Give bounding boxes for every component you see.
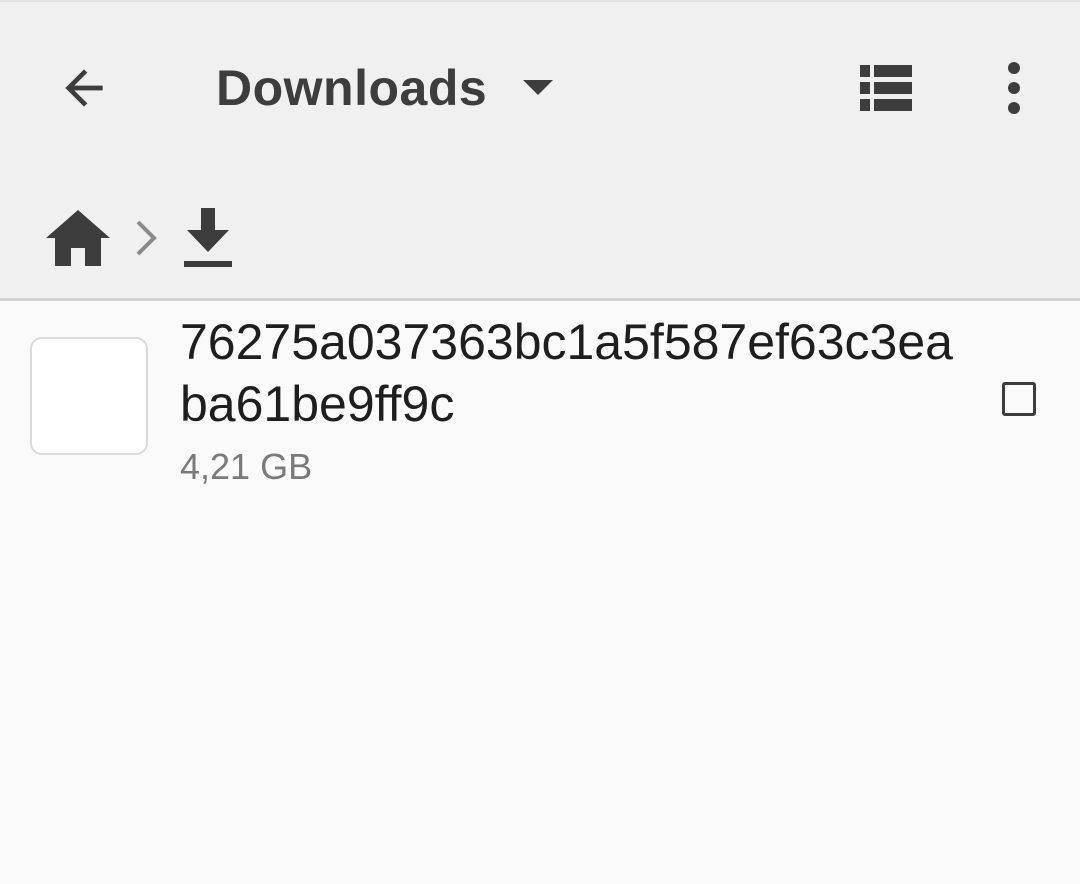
breadcrumb-downloads[interactable] xyxy=(174,200,242,276)
download-icon xyxy=(184,208,232,267)
chevron-right-icon xyxy=(124,200,168,276)
more-vert-icon xyxy=(1008,62,1020,114)
folder-title-dropdown[interactable]: Downloads xyxy=(216,48,555,128)
file-manager-screen: Downloads 76275a037363bc1a5f587ef63c3eab… xyxy=(0,0,1080,884)
more-options-button[interactable] xyxy=(974,48,1054,128)
breadcrumb-home[interactable] xyxy=(40,200,116,276)
list-view-icon xyxy=(860,65,912,111)
breadcrumb xyxy=(40,198,242,278)
file-name: 76275a037363bc1a5f587ef63c3eaba61be9ff9c xyxy=(180,314,953,432)
page-title: Downloads xyxy=(216,60,488,116)
file-size: 4,21 GB xyxy=(180,446,313,487)
select-checkbox[interactable] xyxy=(1002,382,1036,416)
arrow-back-icon xyxy=(65,69,103,107)
back-button[interactable] xyxy=(44,48,124,128)
list-view-button[interactable] xyxy=(846,48,926,128)
app-toolbar: Downloads xyxy=(0,0,1080,298)
list-item[interactable]: 76275a037363bc1a5f587ef63c3eaba61be9ff9c… xyxy=(0,301,1080,501)
dropdown-arrow-icon xyxy=(521,78,555,98)
home-icon xyxy=(46,210,110,266)
file-thumbnail xyxy=(30,337,148,455)
